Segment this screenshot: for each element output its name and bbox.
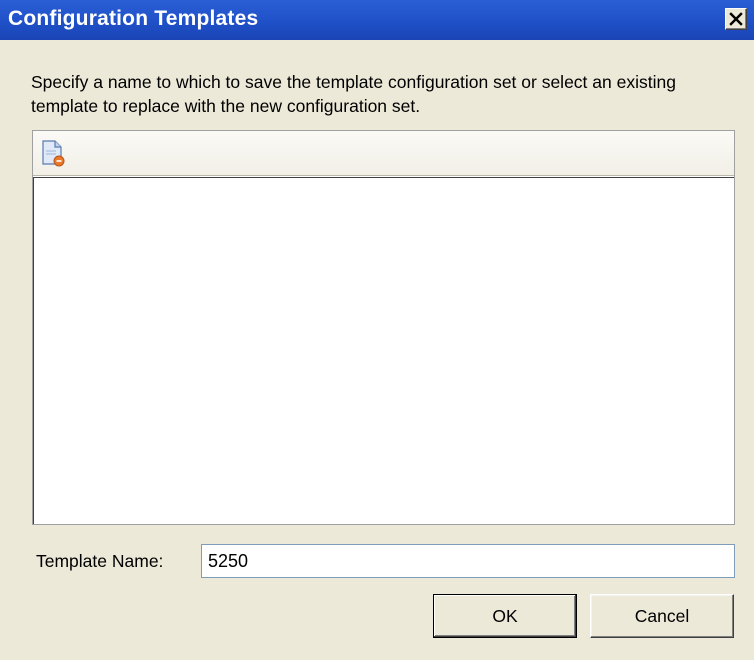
close-icon (729, 12, 743, 26)
new-template-icon (42, 140, 65, 167)
template-list-panel (32, 130, 735, 525)
window-title: Configuration Templates (8, 7, 259, 30)
close-button[interactable] (725, 8, 747, 30)
template-name-input[interactable] (201, 544, 735, 578)
configuration-templates-dialog: Configuration Templates Specify a name t… (0, 0, 754, 660)
template-name-label: Template Name: (36, 551, 164, 571)
template-list[interactable] (33, 177, 734, 524)
title-bar[interactable]: Configuration Templates (0, 0, 754, 40)
template-toolbar (33, 131, 734, 176)
ok-button[interactable]: OK (433, 594, 577, 638)
instructions-text: Specify a name to which to save the temp… (31, 72, 676, 116)
cancel-button[interactable]: Cancel (590, 594, 734, 638)
new-template-button[interactable] (39, 139, 67, 167)
